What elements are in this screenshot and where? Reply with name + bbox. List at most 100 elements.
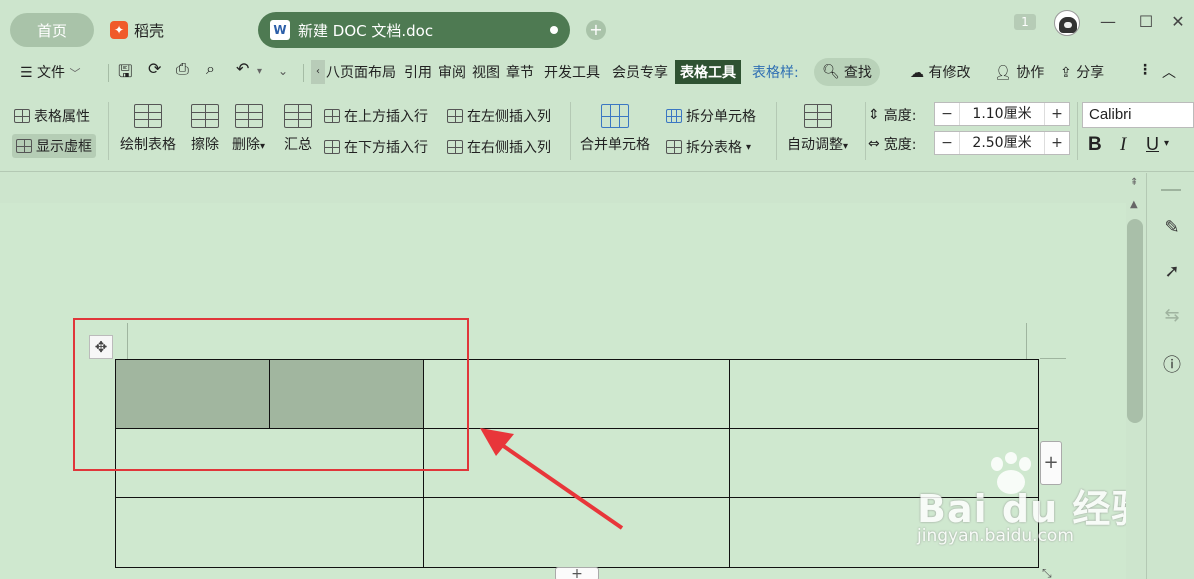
vertical-scrollbar[interactable]: ⇞ ▲	[1126, 173, 1146, 579]
tab-member[interactable]: 会员专享	[612, 62, 668, 82]
erase-label: 擦除	[191, 137, 219, 153]
erase-button[interactable]: 擦除	[191, 104, 219, 154]
select-cursor-icon[interactable]: ➚	[1161, 261, 1183, 283]
tabs-scroll-left-button[interactable]: ‹	[311, 60, 325, 84]
insert-row-above-button[interactable]: 在上方插入行	[324, 106, 428, 126]
format-painter-icon[interactable]: ⟳	[148, 59, 161, 78]
tab-review[interactable]: 审阅	[438, 62, 466, 82]
customize-toolbar-icon[interactable]: ⌄	[278, 64, 288, 78]
undo-icon[interactable]: ↶	[236, 59, 249, 78]
insert-col-right-button[interactable]: 在右侧插入列	[447, 137, 551, 157]
tab-table-tools[interactable]: 表格工具	[675, 60, 741, 84]
collapse-ribbon-icon[interactable]: ︿	[1162, 62, 1176, 82]
minimize-icon[interactable]: —	[1098, 12, 1118, 32]
merge-cells-label: 合并单元格	[580, 137, 650, 153]
tab-page-layout[interactable]: 页面布局	[340, 62, 396, 82]
col-width-stepper[interactable]: − 2.50厘米 +	[934, 131, 1070, 155]
add-row-button[interactable]: +	[555, 567, 599, 579]
width-decrease-button[interactable]: −	[935, 135, 959, 151]
user-avatar[interactable]	[1054, 10, 1080, 36]
scroll-top-icon[interactable]: ⇞	[1130, 177, 1138, 188]
insert-col-right-label: 在右侧插入列	[467, 140, 551, 156]
split-table-dropdown-icon: ▾	[746, 141, 752, 153]
table-cell[interactable]	[422, 359, 731, 429]
share-button[interactable]: ⇪ 分享	[1060, 62, 1104, 82]
summary-label: 汇总	[284, 137, 312, 153]
maximize-icon[interactable]: ☐	[1136, 12, 1156, 32]
width-increase-button[interactable]: +	[1045, 135, 1069, 151]
scroll-up-icon[interactable]: ▲	[1130, 199, 1138, 210]
col-width-label: ⇔ 宽度:	[868, 136, 917, 153]
pen-icon[interactable]: ✎	[1161, 217, 1183, 239]
title-bar: 首页 ✦ 稻壳 W 新建 DOC 文档.doc + 1 — ☐ ✕	[0, 0, 1194, 56]
tab-view[interactable]: 视图	[472, 62, 500, 82]
merge-cells-button[interactable]: 合并单元格	[580, 104, 650, 154]
insert-col-left-icon	[447, 109, 463, 123]
scrollbar-thumb[interactable]	[1127, 219, 1143, 423]
width-value[interactable]: 2.50厘米	[959, 132, 1045, 154]
draw-table-button[interactable]: 绘制表格	[120, 104, 176, 154]
file-menu[interactable]: ☰ 文件 ﹀	[20, 62, 80, 82]
page-margin-mark	[1026, 323, 1027, 359]
row-height-stepper[interactable]: − 1.10厘米 +	[934, 102, 1070, 126]
help-icon[interactable]: ⓘ	[1161, 351, 1183, 376]
table-cell[interactable]	[729, 359, 1039, 429]
table-resize-icon[interactable]: ⤡	[1042, 566, 1058, 579]
save-icon[interactable]: 🖫	[118, 59, 132, 88]
auto-fit-icon	[803, 104, 832, 128]
search-button[interactable]: 🔍︎ 查找	[814, 58, 880, 86]
tab-home[interactable]: 首页	[10, 13, 94, 47]
italic-button[interactable]: I	[1120, 134, 1126, 156]
delete-label: 删除▾	[232, 137, 266, 153]
more-icon[interactable]: ⋮	[1138, 62, 1152, 78]
tab-references[interactable]: 引用	[404, 62, 432, 82]
collaborate-button[interactable]: 👤︎ 协作	[994, 62, 1044, 82]
undo-dropdown-icon[interactable]: ▾	[257, 66, 262, 77]
insert-col-left-button[interactable]: 在左侧插入列	[447, 106, 551, 126]
bold-button[interactable]: B	[1088, 134, 1102, 156]
height-value[interactable]: 1.10厘米	[959, 103, 1045, 125]
tab-developer[interactable]: 开发工具	[544, 62, 600, 82]
close-icon[interactable]: ✕	[1168, 12, 1188, 32]
has-changes-button[interactable]: ☁ 有修改	[910, 62, 970, 82]
tab-docer[interactable]: ✦ 稻壳	[110, 13, 164, 47]
ribbon-divider	[108, 102, 109, 160]
tab-sections[interactable]: 章节	[506, 62, 534, 82]
tab-table-style[interactable]: 表格样:	[752, 62, 799, 82]
print-preview-icon[interactable]: ⌕	[206, 59, 215, 79]
underline-button[interactable]: U	[1146, 134, 1159, 155]
docer-logo-icon: ✦	[110, 21, 128, 39]
notification-badge[interactable]: 1	[1014, 14, 1036, 30]
insert-row-above-label: 在上方插入行	[344, 109, 428, 125]
tab-home-label: 首页	[36, 21, 67, 40]
merge-cells-icon	[601, 104, 629, 128]
insert-row-below-button[interactable]: 在下方插入行	[324, 137, 428, 157]
compare-icon[interactable]: ⇆	[1161, 305, 1183, 327]
annotation-arrow	[480, 428, 624, 530]
font-name-select[interactable]: Calibri	[1082, 102, 1194, 128]
tab-document[interactable]: W 新建 DOC 文档.doc	[258, 12, 570, 48]
print-icon[interactable]: ⎙	[176, 59, 189, 79]
delete-button[interactable]: 删除▾	[232, 104, 265, 154]
unsaved-dot-icon[interactable]	[550, 26, 558, 34]
table-properties-button[interactable]: 表格属性	[14, 106, 90, 126]
height-increase-button[interactable]: +	[1045, 106, 1069, 122]
new-tab-button[interactable]: +	[586, 20, 606, 40]
split-cells-button[interactable]: 拆分单元格	[666, 106, 756, 126]
split-cells-label: 拆分单元格	[686, 109, 756, 125]
table-cell[interactable]	[115, 497, 424, 568]
insert-col-right-icon	[447, 140, 463, 154]
auto-fit-button[interactable]: 自动调整▾	[787, 104, 848, 154]
height-decrease-button[interactable]: −	[935, 106, 959, 122]
tab-insert-partial[interactable]: 八	[326, 62, 340, 82]
panel-divider	[1161, 189, 1181, 191]
split-cells-icon	[666, 109, 682, 123]
underline-dropdown-icon[interactable]: ▾	[1164, 138, 1169, 149]
insert-row-below-label: 在下方插入行	[344, 140, 428, 156]
split-table-label: 拆分表格	[686, 140, 742, 156]
show-gridlines-button[interactable]: 显示虚框	[12, 134, 96, 158]
summary-button[interactable]: 汇总	[284, 104, 312, 154]
search-label: 查找	[843, 65, 872, 81]
split-table-button[interactable]: 拆分表格 ▾	[666, 137, 751, 157]
file-menu-label: 文件	[37, 65, 66, 81]
